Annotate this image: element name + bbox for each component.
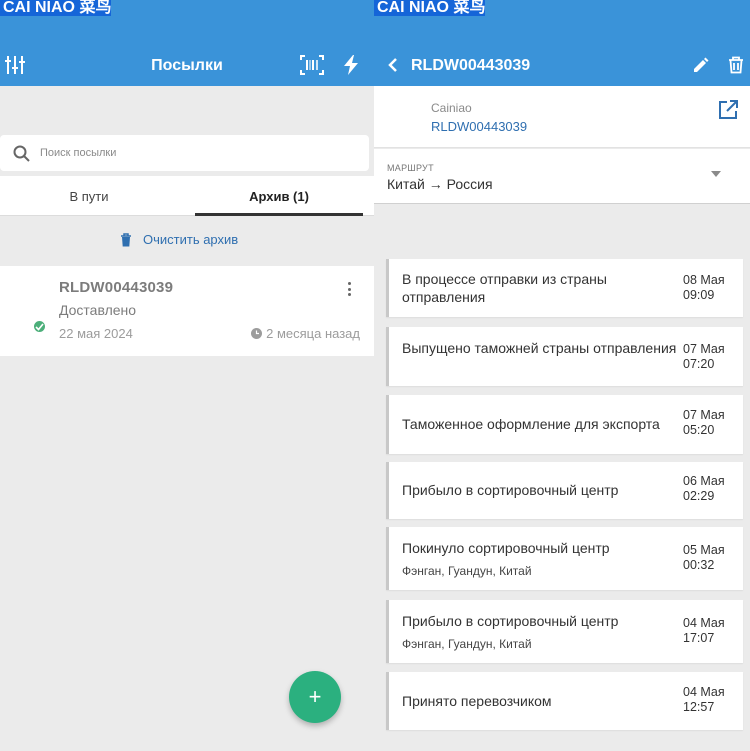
event-time: 02:29 — [683, 489, 715, 503]
event-date: 05 Мая — [683, 543, 725, 557]
tracking-event: Покинуло сортировочный центр Фэнган, Гуа… — [386, 527, 743, 590]
event-datetime: 05 Мая 00:32 — [683, 543, 729, 573]
trash-icon — [120, 232, 132, 247]
event-text: В процессе отправки из страны отправлени… — [402, 271, 607, 305]
parcel-status: Доставлено — [59, 302, 137, 318]
event-time: 17:07 — [683, 631, 715, 645]
route-value: Китай → Россия — [387, 176, 493, 192]
dropdown-caret-icon[interactable] — [711, 171, 721, 177]
tracking-number-link[interactable]: RLDW00443039 — [431, 119, 527, 134]
barcode-scan-icon[interactable] — [297, 50, 327, 80]
event-datetime: 04 Мая 12:57 — [683, 685, 729, 715]
tracking-event: Принято перевозчиком 04 Мая 12:57 — [386, 672, 743, 730]
event-text: Прибыло в сортировочный центр — [402, 613, 619, 629]
tabs: В пути Архив (1) — [0, 176, 374, 216]
event-date: 06 Мая — [683, 474, 725, 488]
logo-text: CAI NIAO 菜鸟 — [377, 0, 486, 16]
logo-text: CAI NIAO 菜鸟 — [3, 0, 112, 16]
check-icon — [32, 319, 47, 334]
tracking-event: Выпущено таможней страны отправления 07 … — [386, 327, 743, 386]
event-datetime: 06 Мая 02:29 — [683, 474, 729, 504]
parcel-date: 22 мая 2024 — [59, 326, 133, 341]
tab-in-transit[interactable]: В пути — [0, 176, 178, 216]
parcel-card[interactable] — [0, 266, 374, 356]
event-time: 07:20 — [683, 357, 715, 371]
event-time: 05:20 — [683, 423, 715, 437]
event-time: 00:32 — [683, 558, 715, 572]
event-location: Фэнган, Гуандун, Китай — [402, 564, 532, 578]
event-time: 12:57 — [683, 700, 715, 714]
event-text: Таможенное оформление для экспорта — [402, 416, 660, 432]
cainiao-logo: CAI NIAO 菜鸟 — [374, 0, 486, 16]
external-link-icon[interactable] — [718, 100, 740, 122]
event-datetime: 07 Мая 07:20 — [683, 342, 729, 372]
clear-archive-label: Очистить архив — [143, 232, 239, 247]
trash-icon[interactable] — [721, 50, 750, 80]
carrier-info — [374, 86, 750, 148]
event-text: Покинуло сортировочный центр — [402, 540, 610, 556]
parcel-tracking-number: RLDW00443039 — [59, 279, 174, 296]
event-datetime: 04 Мая 17:07 — [683, 616, 729, 646]
active-tab-indicator — [195, 213, 363, 216]
event-time: 09:09 — [683, 288, 715, 302]
cainiao-logo: CAI NIAO 菜鸟 — [0, 0, 112, 16]
add-parcel-button[interactable]: + — [289, 671, 341, 723]
event-text: Прибыло в сортировочный центр — [402, 482, 619, 498]
event-date: 04 Мая — [683, 616, 725, 630]
back-arrow-icon[interactable] — [378, 50, 408, 80]
tracking-event: Прибыло в сортировочный центр 06 Мая 02:… — [386, 462, 743, 519]
parcels-list-pane: Посылки Поиск посылки В пути Архив (1) О… — [0, 0, 374, 751]
event-text: Принято перевозчиком — [402, 693, 552, 709]
event-location: Фэнган, Гуандун, Китай — [402, 637, 532, 651]
event-date: 07 Мая — [683, 408, 725, 422]
search-input[interactable]: Поиск посылки — [0, 135, 369, 171]
search-placeholder: Поиск посылки — [40, 147, 117, 159]
tab-archive[interactable]: Архив (1) — [195, 176, 363, 216]
event-date: 07 Мая — [683, 342, 725, 356]
lightning-icon[interactable] — [336, 50, 366, 80]
clock-icon — [251, 328, 263, 339]
detail-title: RLDW00443039 — [411, 57, 531, 74]
tracking-event: Таможенное оформление для экспорта 07 Ма… — [386, 395, 743, 454]
event-datetime: 08 Мая 09:09 — [683, 273, 729, 303]
event-date: 04 Мая — [683, 685, 725, 699]
event-text: Выпущено таможней страны отправления — [402, 340, 677, 356]
clear-archive-button[interactable]: Очистить архив — [120, 232, 238, 247]
tracking-event: Прибыло в сортировочный центр Фэнган, Гу… — [386, 600, 743, 663]
more-vert-icon[interactable] — [343, 280, 355, 298]
carrier-name: Cainiao — [431, 101, 472, 115]
parcel-age-text: 2 месяца назад — [266, 326, 360, 341]
parcel-detail-pane: RLDW00443039 CAI NIAO 菜鸟 Cainiao RLDW004… — [374, 0, 750, 751]
search-icon — [13, 145, 30, 162]
event-datetime: 07 Мая 05:20 — [683, 408, 729, 438]
parcel-age: 2 месяца назад — [251, 326, 360, 341]
tracking-event: В процессе отправки из страны отправлени… — [386, 259, 743, 317]
edit-pencil-icon[interactable] — [686, 50, 716, 80]
event-date: 08 Мая — [683, 273, 725, 287]
route-label: МАРШРУТ — [387, 163, 434, 173]
